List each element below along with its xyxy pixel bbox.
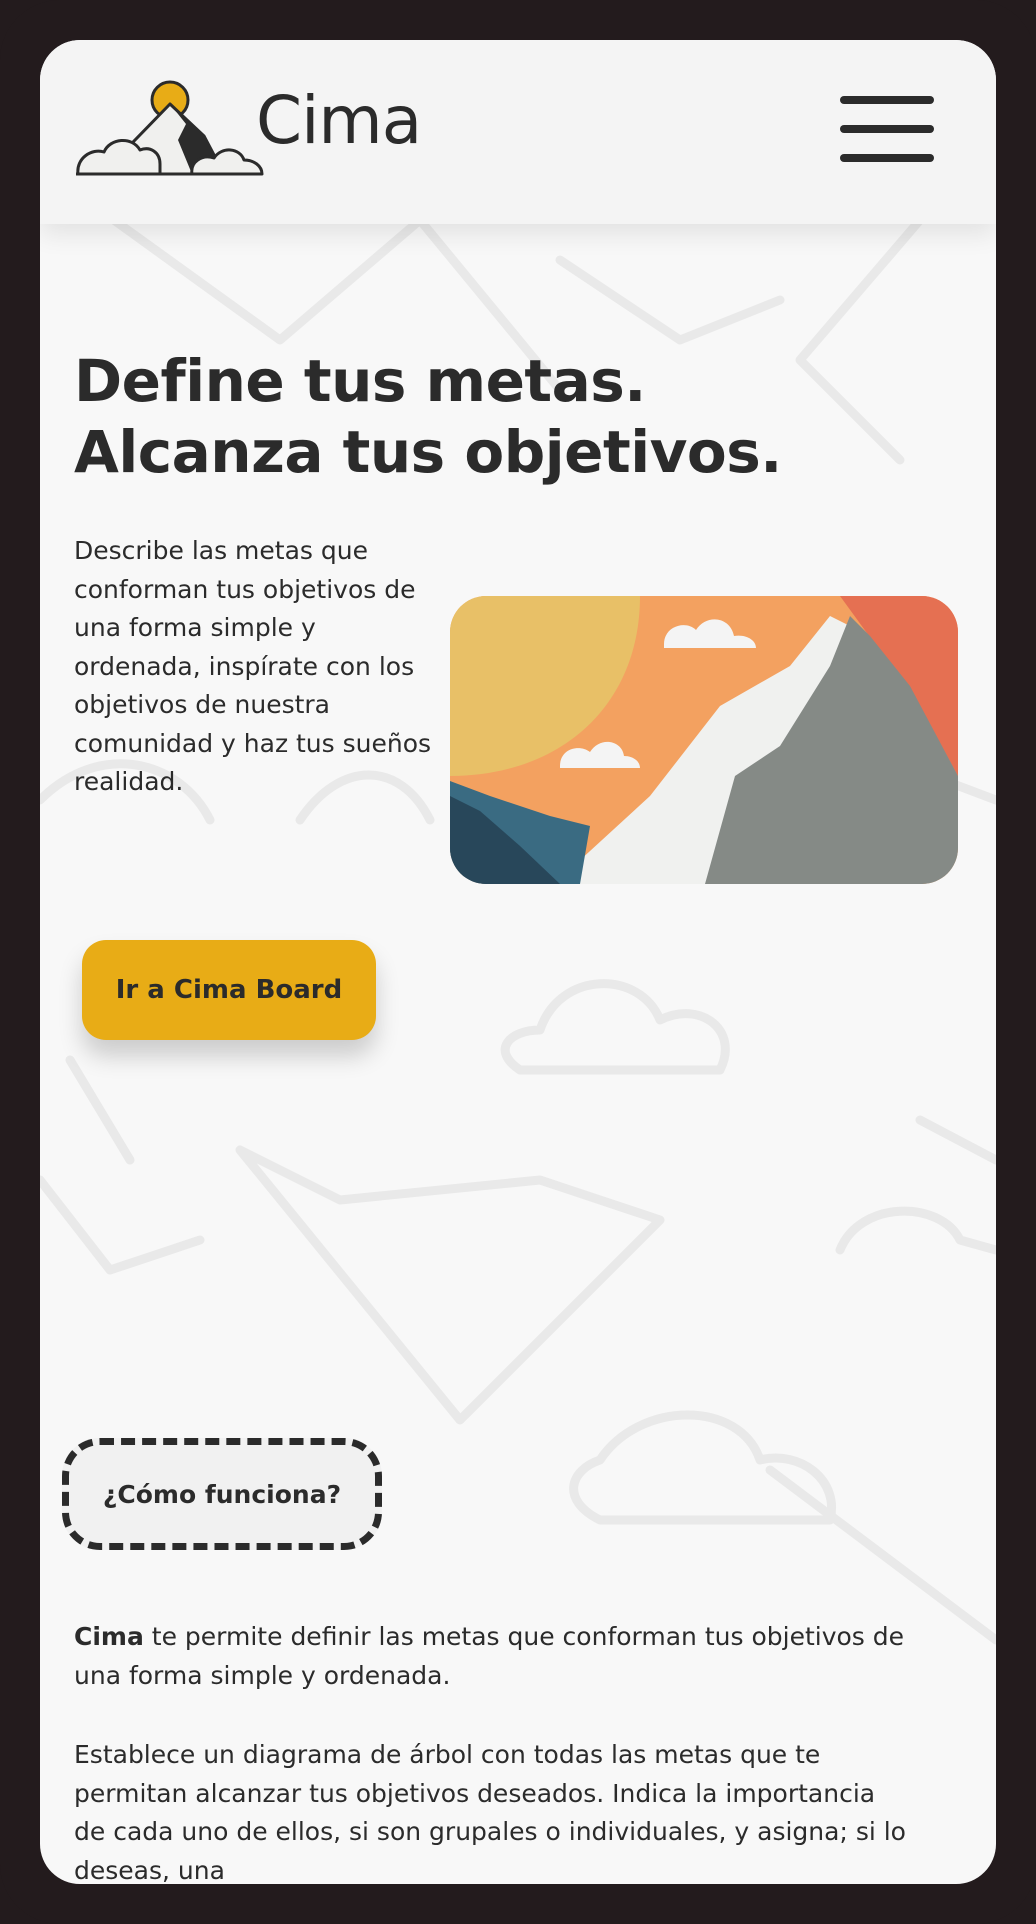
hamburger-menu-icon[interactable]	[840, 94, 934, 164]
hero-description: Describe las metas que conforman tus obj…	[74, 536, 432, 796]
hero-title: Define tus metas. Alcanza tus objetivos.	[74, 346, 974, 488]
hamburger-line	[840, 154, 934, 162]
hamburger-line	[840, 96, 934, 104]
how-it-works-paragraph-2: Establece un diagrama de árbol con todas…	[74, 1740, 906, 1884]
hamburger-line	[840, 125, 934, 133]
device-frame: Cima Define tus metas. Alcanza tus objet…	[0, 0, 1036, 1924]
hero-title-line1: Define tus metas.	[74, 347, 646, 415]
mountain-sun-cloud-logo	[76, 80, 264, 176]
how-it-works-badge[interactable]: ¿Cómo funciona?	[62, 1438, 382, 1550]
how-it-works-paragraph-1: Cima te permite definir las metas que co…	[74, 1618, 914, 1695]
mountain-landscape-illustration	[450, 596, 958, 884]
top-navbar: Cima	[40, 40, 996, 224]
brand-name[interactable]: Cima	[256, 88, 422, 154]
brand-mention: Cima	[74, 1622, 144, 1651]
paragraph-1-text: te permite definir las metas que conform…	[74, 1622, 905, 1690]
go-to-cima-board-button[interactable]: Ir a Cima Board	[82, 940, 376, 1040]
screen: Cima Define tus metas. Alcanza tus objet…	[40, 40, 996, 1884]
hero-title-line2: Alcanza tus objetivos.	[74, 418, 782, 486]
